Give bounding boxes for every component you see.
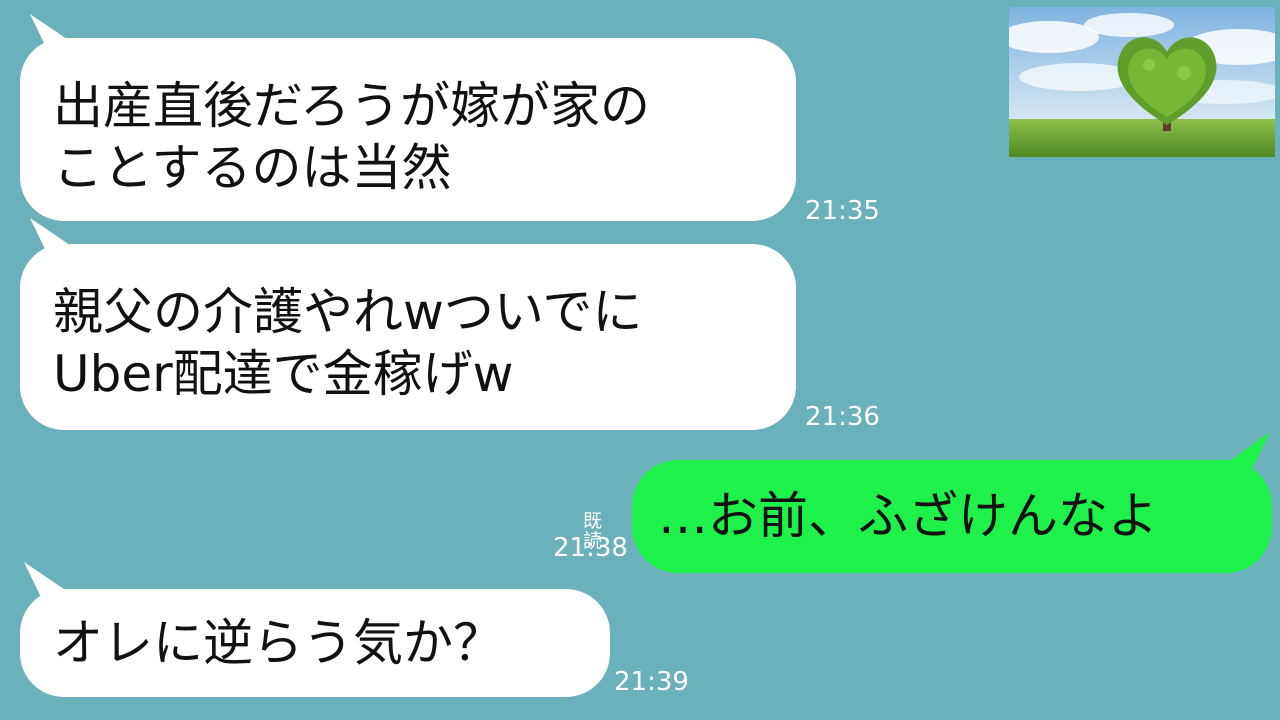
- message-text-line: オレに逆らう気か？: [53, 614, 503, 672]
- message-text-line: …お前、ふざけんなよ: [658, 487, 1158, 545]
- message-timestamp: 21:36: [805, 402, 880, 432]
- message-bubble[interactable]: 親父の介護やれwついでに Uber配達で金稼げw: [20, 244, 796, 430]
- message-bubble[interactable]: オレに逆らう気か？: [20, 589, 610, 697]
- heart-tree-photo[interactable]: [1009, 7, 1275, 157]
- message-timestamp: 21:39: [614, 667, 689, 697]
- message-timestamp: 21:35: [805, 196, 880, 226]
- message-text-line: 親父の介護やれwついでに: [53, 283, 643, 341]
- message-bubble[interactable]: 出産直後だろうが嫁が家の ことするのは当然: [20, 38, 796, 221]
- chat-screen: { "messages": [ { "sender": "other", "li…: [0, 0, 1280, 720]
- message-timestamp: 21:38: [553, 533, 628, 563]
- heart-tree-image: [1009, 7, 1275, 157]
- message-bubble[interactable]: …お前、ふざけんなよ: [632, 460, 1272, 573]
- message-text-line: Uber配達で金稼げw: [53, 345, 514, 403]
- message-text-line: ことするのは当然: [53, 139, 452, 197]
- message-text-line: 出産直後だろうが嫁が家の: [53, 77, 650, 135]
